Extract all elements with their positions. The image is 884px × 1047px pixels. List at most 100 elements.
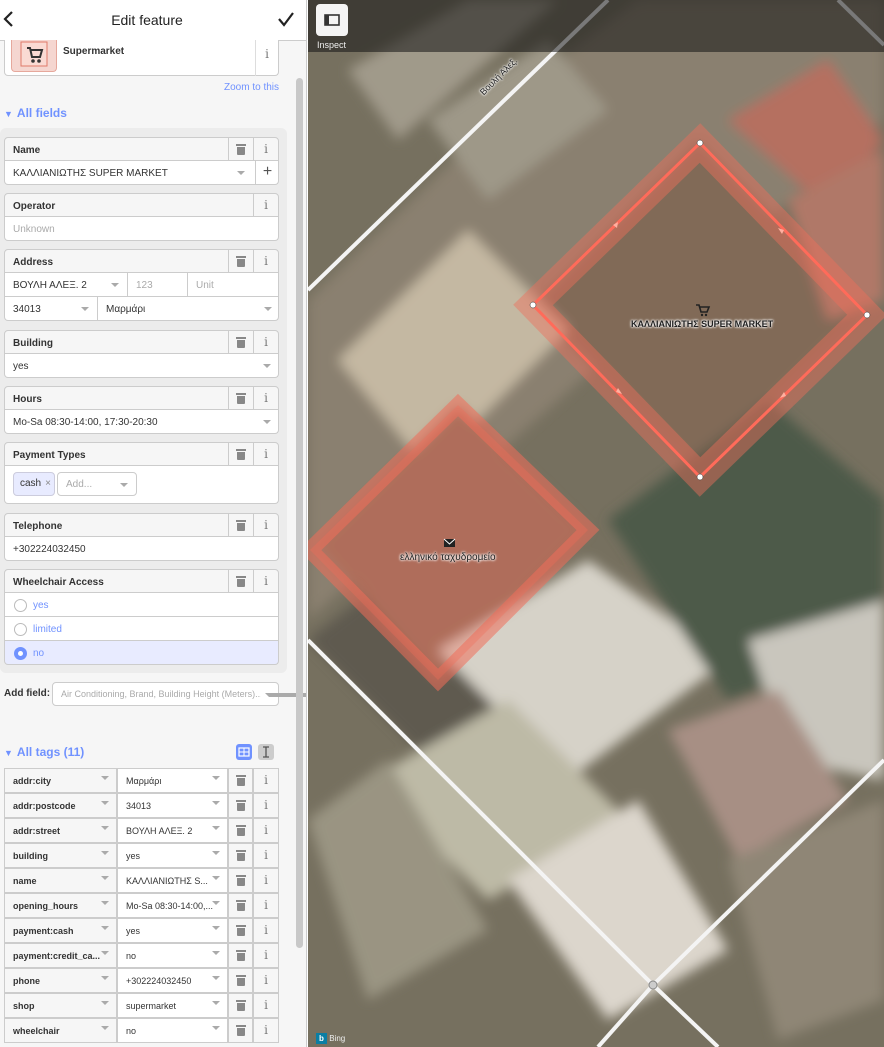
tag-key-input[interactable]: shop (4, 993, 117, 1018)
remove-name-button[interactable] (228, 138, 253, 161)
operator-input[interactable]: Unknown (4, 217, 279, 241)
name-info-button[interactable]: i (253, 138, 278, 161)
radio-button[interactable] (14, 647, 27, 660)
tag-value-input[interactable]: yes (117, 918, 228, 943)
close-icon[interactable]: × (45, 478, 51, 489)
done-button[interactable] (276, 8, 298, 32)
list-view-button[interactable] (236, 744, 252, 760)
add-field-input[interactable]: Air Conditioning, Brand, Building Height… (52, 682, 306, 706)
preset-info-button[interactable]: i (255, 43, 279, 67)
tag-value-input[interactable]: yes (117, 843, 228, 868)
tag-info-button[interactable]: i (253, 793, 279, 818)
tag-value-input[interactable]: +302224032450 (117, 968, 228, 993)
remove-tag-button[interactable] (228, 893, 253, 918)
tag-key-input[interactable]: opening_hours (4, 893, 117, 918)
tag-info-button[interactable]: i (253, 768, 279, 793)
add-localized-name-button[interactable]: + (255, 161, 279, 184)
payment-info-button[interactable]: i (253, 443, 278, 466)
remove-tag-button[interactable] (228, 1018, 253, 1043)
telephone-info-button[interactable]: i (253, 514, 278, 537)
tag-key-input[interactable]: building (4, 843, 117, 868)
remove-tag-button[interactable] (228, 943, 253, 968)
wheelchair-option-yes[interactable]: yes (4, 593, 279, 617)
zoom-to-this-link[interactable]: Zoom to this (224, 82, 279, 93)
remove-telephone-button[interactable] (228, 514, 253, 537)
all-fields-toggle[interactable]: ▼ All fields (4, 106, 67, 120)
name-input[interactable]: ΚΑΛΛΙΑΝΙΩΤΗΣ SUPER MARKET + (4, 161, 279, 185)
remove-tag-button[interactable] (228, 793, 253, 818)
map-canvas[interactable]: ΚΑΛΛΙΑΝΙΩΤΗΣ SUPER MARKET ελληνικό ταχυδ… (308, 0, 884, 1047)
tag-info-button[interactable]: i (253, 993, 279, 1018)
tag-row: opening_hours Mo-Sa 08:30-14:00,... i (4, 893, 279, 918)
tag-info-button[interactable]: i (253, 1018, 279, 1043)
tag-value-input[interactable]: supermarket (117, 993, 228, 1018)
remove-tag-button[interactable] (228, 918, 253, 943)
text-view-button[interactable] (258, 744, 274, 760)
remove-address-button[interactable] (228, 250, 253, 273)
tag-key-input[interactable]: payment:cash (4, 918, 117, 943)
preset-selector[interactable]: Supermarket i (4, 40, 279, 76)
sidebar-scrollbar[interactable] (296, 78, 303, 948)
building-combo[interactable]: yes (4, 354, 279, 378)
tag-value-input[interactable]: 34013 (117, 793, 228, 818)
operator-info-button[interactable]: i (253, 194, 278, 217)
street-input[interactable]: ΒΟΥΛΗ ΑΛΕΞ. 2 (5, 273, 127, 296)
tag-value-input[interactable]: ΚΑΛΛΙΑΝΙΩΤΗΣ S... (117, 868, 228, 893)
tag-value: supermarket (126, 1001, 177, 1011)
wheelchair-option-no[interactable]: no (4, 641, 279, 665)
tag-key-input[interactable]: addr:postcode (4, 793, 117, 818)
payment-add-input[interactable]: Add... (57, 472, 137, 496)
tag-value-input[interactable]: no (117, 1018, 228, 1043)
remove-tag-button[interactable] (228, 868, 253, 893)
remove-tag-button[interactable] (228, 993, 253, 1018)
remove-payment-button[interactable] (228, 443, 253, 466)
chevron-down-icon (101, 801, 109, 805)
radio-button[interactable] (14, 623, 27, 636)
post-office-map-label[interactable]: ελληνικό ταχυδρομείο (400, 552, 496, 563)
supermarket-map-label[interactable]: ΚΑΛΛΙΑΝΙΩΤΗΣ SUPER MARKET (631, 319, 773, 329)
hours-combo[interactable]: Mo-Sa 08:30-14:00, 17:30-20:30 (4, 410, 279, 434)
remove-tag-button[interactable] (228, 968, 253, 993)
all-tags-toggle[interactable]: ▼ All tags (11) (4, 745, 84, 759)
wheelchair-info-button[interactable]: i (253, 570, 278, 593)
tag-info-button[interactable]: i (253, 943, 279, 968)
remove-tag-button[interactable] (228, 818, 253, 843)
tag-value-input[interactable]: ΒΟΥΛΗ ΑΛΕΞ. 2 (117, 818, 228, 843)
remove-building-button[interactable] (228, 331, 253, 354)
tag-value-input[interactable]: no (117, 943, 228, 968)
tag-key-input[interactable]: payment:credit_ca... (4, 943, 117, 968)
imagery-credit[interactable]: b Bing (316, 1033, 345, 1044)
tag-key-input[interactable]: name (4, 868, 117, 893)
tag-info-button[interactable]: i (253, 893, 279, 918)
remove-wheelchair-button[interactable] (228, 570, 253, 593)
housenumber-input[interactable]: 123 (127, 273, 187, 296)
inspect-button[interactable] (316, 4, 348, 36)
tag-info-button[interactable]: i (253, 868, 279, 893)
tag-value-input[interactable]: Μαρμάρι (117, 768, 228, 793)
unit-input[interactable]: Unit (187, 273, 279, 296)
telephone-input[interactable]: +302224032450 (4, 537, 279, 561)
remove-tag-button[interactable] (228, 768, 253, 793)
tag-info-button[interactable]: i (253, 843, 279, 868)
address-info-button[interactable]: i (253, 250, 278, 273)
tag-key-input[interactable]: wheelchair (4, 1018, 117, 1043)
city-input[interactable]: Μαρμάρι (97, 297, 279, 320)
radio-button[interactable] (14, 599, 27, 612)
add-field-label: Add field: (4, 688, 51, 699)
tag-key-input[interactable]: addr:street (4, 818, 117, 843)
hours-info-button[interactable]: i (253, 387, 278, 410)
tag-value-input[interactable]: Mo-Sa 08:30-14:00,... (117, 893, 228, 918)
payment-chip-cash[interactable]: cash × (13, 472, 55, 496)
remove-hours-button[interactable] (228, 387, 253, 410)
chevron-down-icon (212, 976, 220, 980)
tag-info-button[interactable]: i (253, 918, 279, 943)
tag-info-button[interactable]: i (253, 818, 279, 843)
tag-key-input[interactable]: addr:city (4, 768, 117, 793)
remove-tag-button[interactable] (228, 843, 253, 868)
wheelchair-option-limited[interactable]: limited (4, 617, 279, 641)
tag-info-button[interactable]: i (253, 968, 279, 993)
building-info-button[interactable]: i (253, 331, 278, 354)
chevron-down-icon (101, 976, 109, 980)
tag-key-input[interactable]: phone (4, 968, 117, 993)
postcode-input[interactable]: 34013 (5, 297, 97, 320)
